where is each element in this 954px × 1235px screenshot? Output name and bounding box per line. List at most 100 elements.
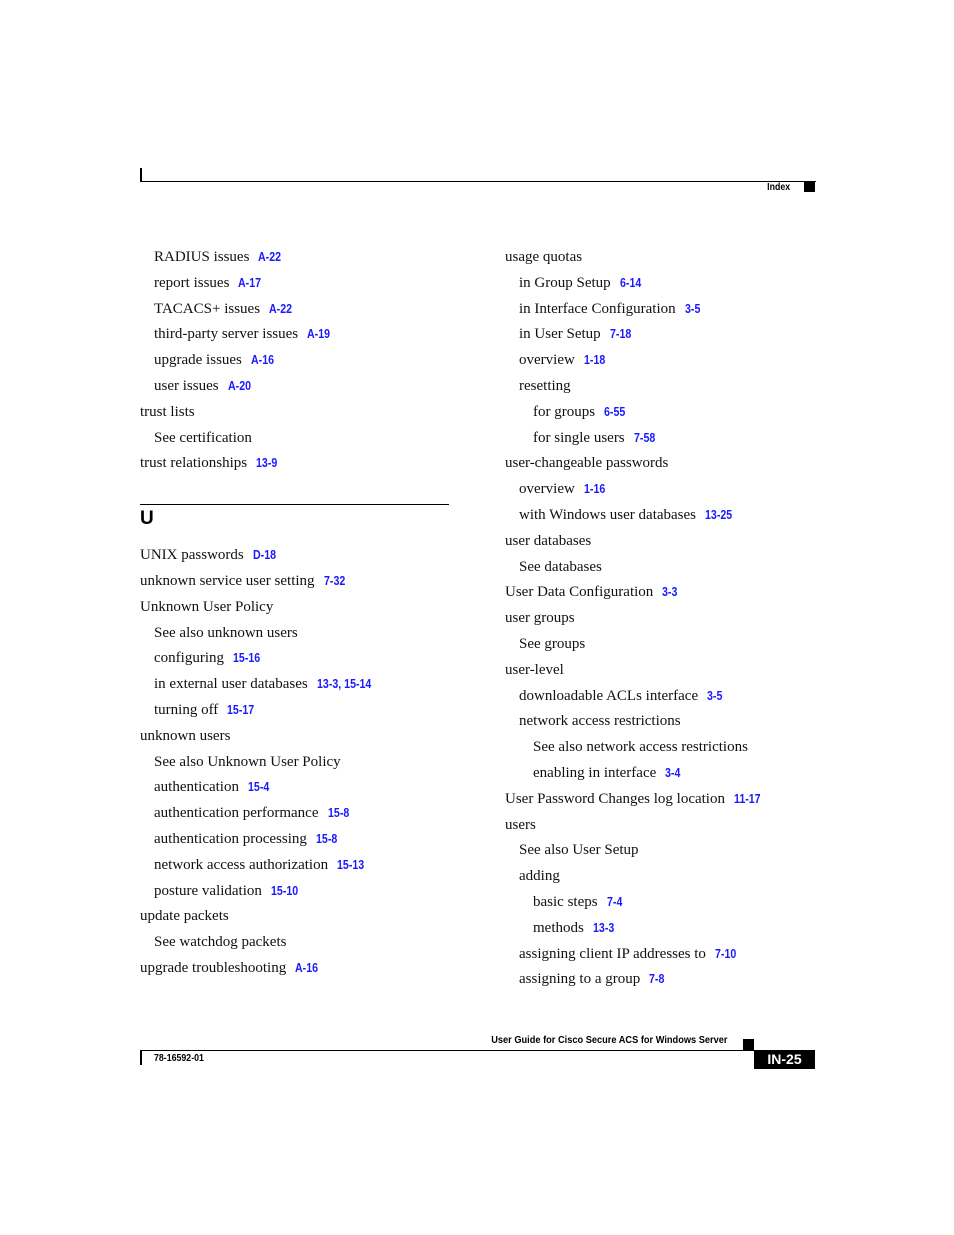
page-reference-link[interactable]: A-19 xyxy=(307,324,330,344)
page-reference-link[interactable]: 1-16 xyxy=(584,479,605,499)
index-term: UNIX passwords xyxy=(140,547,244,564)
index-entry: report issues A-17 xyxy=(140,273,450,299)
index-entry: See certification xyxy=(140,428,450,454)
index-term: upgrade troubleshooting xyxy=(140,959,287,976)
index-column-right: usage quotas in Group Setup 6-14 in Interfa… xyxy=(505,247,825,995)
page-reference-link[interactable]: A-22 xyxy=(269,299,292,319)
page-reference-link[interactable]: A-16 xyxy=(295,958,318,978)
index-term: assigning client IP addresses to xyxy=(519,945,706,962)
index-entry: for single users 7-58 xyxy=(505,428,825,454)
header-margin-bar xyxy=(140,168,142,182)
index-term: enabling in interface xyxy=(533,764,657,781)
index-term: See groups xyxy=(519,635,586,652)
page-reference-link[interactable]: A-22 xyxy=(258,247,281,267)
index-entry: assigning to a group 7-8 xyxy=(505,969,825,995)
page-reference-link[interactable]: 15-17 xyxy=(227,700,254,720)
index-entry: trust relationships 13-9 xyxy=(140,453,450,479)
page-reference-link[interactable]: 7-10 xyxy=(715,944,736,964)
index-entry: upgrade troubleshooting A-16 xyxy=(140,958,450,984)
index-term: adding xyxy=(519,868,560,885)
index-entry: in Group Setup 6-14 xyxy=(505,273,825,299)
header-rule xyxy=(140,181,816,182)
index-entry: See groups xyxy=(505,634,825,660)
index-term: basic steps xyxy=(533,893,598,910)
page-reference-link[interactable]: 3-5 xyxy=(707,686,722,706)
index-entry: user groups xyxy=(505,608,825,634)
footer-rule xyxy=(140,1050,754,1051)
index-entry: resetting xyxy=(505,376,825,402)
page-reference-link[interactable]: 13-3 xyxy=(593,918,614,938)
entries-section-u: UNIX passwords D-18 unknown service user s… xyxy=(140,545,450,984)
index-term: in User Setup xyxy=(519,326,601,343)
index-term: See also User Setup xyxy=(519,842,639,859)
page-reference-link[interactable]: 15-4 xyxy=(248,777,269,797)
index-entry: in User Setup 7-18 xyxy=(505,324,825,350)
index-entry: RADIUS issues A-22 xyxy=(140,247,450,273)
page-reference-link[interactable]: A-17 xyxy=(238,273,261,293)
index-term: methods xyxy=(533,919,584,936)
index-term: See certification xyxy=(154,429,252,446)
index-term: network access authorization xyxy=(154,856,329,873)
page-reference-link[interactable]: A-16 xyxy=(251,350,274,370)
index-term: network access restrictions xyxy=(519,713,681,730)
index-entry: methods 13-3 xyxy=(505,918,825,944)
index-term: trust relationships xyxy=(140,455,248,472)
page-reference-link[interactable]: 13-9 xyxy=(256,453,277,473)
page-reference-link[interactable]: A-20 xyxy=(228,376,251,396)
index-term: TACACS+ issues xyxy=(154,300,261,317)
index-entry: for groups 6-55 xyxy=(505,402,825,428)
footer-margin-bar xyxy=(140,1050,142,1065)
page-reference-link[interactable]: 6-14 xyxy=(620,273,641,293)
index-term: user issues xyxy=(154,377,219,394)
page-reference-link[interactable]: 7-4 xyxy=(607,892,622,912)
index-entry: usage quotas xyxy=(505,247,825,273)
index-term: in Interface Configuration xyxy=(519,300,676,317)
page-reference-link[interactable]: 15-13 xyxy=(337,855,364,875)
page-reference-link[interactable]: D-18 xyxy=(253,545,276,565)
index-entry: unknown service user setting 7-32 xyxy=(140,571,450,597)
page-reference-link[interactable]: 13-25 xyxy=(705,505,732,525)
page-reference-link[interactable]: 13-3, 15-14 xyxy=(317,674,371,694)
index-term: update packets xyxy=(140,908,229,925)
index-entry: in Interface Configuration 3-5 xyxy=(505,299,825,325)
page-reference-link[interactable]: 6-55 xyxy=(604,402,625,422)
index-entry: TACACS+ issues A-22 xyxy=(140,299,450,325)
index-term: for single users xyxy=(533,429,625,446)
page-reference-link[interactable]: 15-8 xyxy=(328,803,349,823)
index-term: in external user databases xyxy=(154,676,308,693)
index-entry: downloadable ACLs interface 3-5 xyxy=(505,686,825,712)
footer-book-title: User Guide for Cisco Secure ACS for Wind… xyxy=(491,1034,728,1046)
index-term: User Password Changes log location xyxy=(505,790,725,807)
index-term: user databases xyxy=(505,532,592,549)
index-term: turning off xyxy=(154,701,219,718)
page-reference-link[interactable]: 7-8 xyxy=(649,969,664,989)
page-reference-link[interactable]: 7-18 xyxy=(610,324,631,344)
page-reference-link[interactable]: 11-17 xyxy=(734,789,761,809)
section-letter-heading: U xyxy=(140,508,154,530)
page-reference-link[interactable]: 3-3 xyxy=(662,582,677,602)
index-term: report issues xyxy=(154,274,230,291)
index-term: in Group Setup xyxy=(519,274,611,291)
index-entry: adding xyxy=(505,866,825,892)
index-entry: See also unknown users xyxy=(140,623,450,649)
index-term: users xyxy=(505,816,536,833)
page-reference-link[interactable]: 3-4 xyxy=(665,763,680,783)
index-entry: See also Unknown User Policy xyxy=(140,752,450,778)
page-reference-link[interactable]: 15-8 xyxy=(316,829,337,849)
index-entry: See watchdog packets xyxy=(140,932,450,958)
index-entry: posture validation 15-10 xyxy=(140,881,450,907)
index-entry: See databases xyxy=(505,557,825,583)
page-reference-link[interactable]: 3-5 xyxy=(685,299,700,319)
index-entry: upgrade issues A-16 xyxy=(140,350,450,376)
index-entry: configuring 15-16 xyxy=(140,648,450,674)
page-reference-link[interactable]: 7-58 xyxy=(634,428,655,448)
index-term: third-party server issues xyxy=(154,326,299,343)
index-entry: user-level xyxy=(505,660,825,686)
page-reference-link[interactable]: 15-10 xyxy=(271,881,298,901)
index-term: assigning to a group xyxy=(519,971,641,988)
page-reference-link[interactable]: 7-32 xyxy=(324,571,345,591)
page-reference-link[interactable]: 1-18 xyxy=(584,350,605,370)
index-term: with Windows user databases xyxy=(519,506,697,523)
footer-page-number: IN-25 xyxy=(754,1050,815,1069)
page-reference-link[interactable]: 15-16 xyxy=(233,648,260,668)
